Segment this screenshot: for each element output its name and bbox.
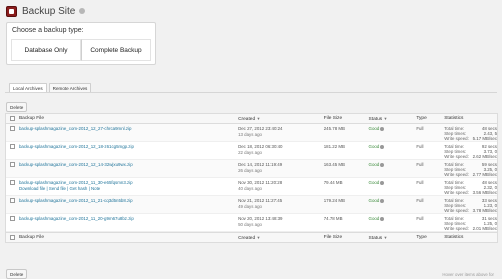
backup-file-link[interactable]: backup-splashmagazine_com-2012_11_21-cq3…	[19, 198, 238, 203]
tabs-divider	[5, 92, 497, 93]
tab-local-archives[interactable]: Local Archives	[9, 83, 47, 92]
tab-remote-archives[interactable]: Remote Archives	[48, 83, 92, 92]
created-date: Nov 20, 2012 13:48:39	[238, 216, 283, 221]
col-status-footer[interactable]: Status ▼	[369, 235, 417, 241]
col-statistics-footer[interactable]: Statistics	[444, 235, 497, 240]
row-checkbox[interactable]	[9, 162, 15, 167]
status-info-icon[interactable]	[380, 216, 385, 221]
statistics: Total time: 92 secs Step times: 3.73, 0 Wr…	[444, 144, 498, 159]
statistics: Total time: 31 secs Step times: 1.25, 0 Wr…	[444, 216, 498, 231]
hover-hint: Hover over items above for	[442, 272, 494, 277]
backup-type-chooser: Choose a backup type: Database Only Comp…	[6, 22, 156, 65]
created-ago: 26 days ago	[238, 168, 262, 173]
chooser-buttons: Database Only Complete Backup	[11, 39, 151, 61]
file-size: 163.45 MB	[323, 162, 345, 167]
status-info-icon[interactable]	[380, 198, 385, 203]
table-row: backup-splashmagazine_com-2012_11_30-e65…	[6, 178, 497, 196]
statistics: Total time: 48 secs Step times: 2.43, 5 Wr…	[444, 126, 498, 141]
col-type[interactable]: Type	[416, 116, 444, 121]
page-header: Backup Site	[6, 3, 86, 19]
page-title: Backup Site	[22, 5, 76, 17]
table-footer: Backup File Created ▼ File Size Status ▼…	[6, 232, 497, 242]
created-ago: 40 days ago	[238, 186, 262, 191]
status-info-icon[interactable]	[380, 180, 385, 185]
status-badge: Good	[368, 180, 380, 185]
backup-type: Full	[416, 198, 424, 203]
col-created[interactable]: Created ▼	[238, 116, 324, 122]
file-size: 74.78 MB	[323, 216, 343, 221]
status-badge: Good	[368, 144, 380, 149]
archive-tabs: Local Archives Remote Archives	[9, 83, 93, 92]
table-row: backup-splashmagazine_com-2012_12_27-chr…	[6, 124, 497, 142]
created-ago: 22 days ago	[238, 150, 262, 155]
col-type-footer[interactable]: Type	[416, 235, 444, 240]
status-badge: Good	[368, 216, 380, 221]
backupbuddy-logo-icon	[6, 5, 17, 17]
table-row: backup-splashmagazine_com-2012_11_20-g9m…	[6, 214, 497, 232]
col-file-size-footer[interactable]: File Size	[324, 235, 369, 240]
statistics: Total time: 33 secs Step times: 1.23, 0 Wr…	[444, 198, 498, 213]
statistics: Total time: 48 secs Step times: 2.32, 0 Wr…	[444, 180, 498, 195]
backup-type: Full	[416, 126, 424, 131]
created-date: Dec 14, 2012 11:19:49	[238, 162, 283, 167]
backup-type: Full	[416, 162, 424, 167]
created-date: Dec 27, 2012 23:40:24	[238, 126, 283, 131]
file-size: 181.22 MB	[323, 144, 345, 149]
created-date: Dec 18, 2012 06:30:40	[238, 144, 283, 149]
file-size: 245.78 MB	[323, 126, 345, 131]
col-created-footer[interactable]: Created ▼	[238, 235, 324, 241]
backup-file-link[interactable]: backup-splashmagazine_com-2012_12_27-chr…	[19, 126, 238, 131]
backup-type: Full	[416, 216, 424, 221]
backup-table: Backup File Created ▼ File Size Status ▼…	[5, 113, 498, 243]
table-header: Backup File Created ▼ File Size Status ▼…	[6, 114, 497, 124]
backup-file-link[interactable]: backup-splashmagazine_com-2012_12_14-32w…	[19, 162, 238, 167]
table-row: backup-splashmagazine_com-2012_11_21-cq3…	[6, 196, 497, 214]
delete-button-bottom[interactable]: Delete	[6, 269, 28, 279]
file-size: 79.44 MB	[323, 180, 343, 185]
row-checkbox[interactable]	[9, 198, 15, 203]
backup-file-link[interactable]: backup-splashmagazine_com-2012_12_18-z61…	[19, 144, 238, 149]
statistics: Total time: 59 secs Step times: 3.25, 0 Wr…	[444, 162, 498, 177]
backup-type: Full	[416, 144, 424, 149]
select-all-checkbox[interactable]	[9, 116, 15, 121]
info-icon[interactable]	[79, 8, 86, 14]
backup-type: Full	[416, 180, 424, 185]
row-checkbox[interactable]	[9, 216, 15, 221]
status-badge: Good	[368, 162, 380, 167]
file-actions[interactable]: Download file | Send file | Get hash | N…	[19, 186, 238, 191]
col-backup-file-footer[interactable]: Backup File	[19, 235, 238, 240]
row-checkbox[interactable]	[9, 180, 15, 185]
table-row: backup-splashmagazine_com-2012_12_18-z61…	[6, 142, 497, 160]
created-ago: 13 days ago	[238, 132, 262, 137]
row-checkbox[interactable]	[9, 126, 15, 131]
col-status[interactable]: Status ▼	[369, 116, 417, 122]
database-only-button[interactable]: Database Only	[11, 39, 81, 61]
backup-file-link[interactable]: backup-splashmagazine_com-2012_11_30-e65…	[19, 180, 238, 185]
created-date: Nov 30, 2012 11:20:28	[238, 180, 283, 185]
status-badge: Good	[368, 126, 380, 131]
backup-file-link[interactable]: backup-splashmagazine_com-2012_11_20-g9m…	[19, 216, 238, 221]
created-ago: 50 days ago	[238, 222, 262, 227]
status-badge: Good	[368, 198, 380, 203]
status-info-icon[interactable]	[380, 162, 385, 167]
table-row: backup-splashmagazine_com-2012_12_14-32w…	[6, 160, 497, 178]
table-rows: backup-splashmagazine_com-2012_12_27-chr…	[6, 124, 497, 232]
created-ago: 49 days ago	[238, 204, 262, 209]
select-all-checkbox-bottom[interactable]	[9, 235, 15, 240]
created-date: Nov 21, 2012 11:27:45	[238, 198, 283, 203]
delete-button-top[interactable]: Delete	[6, 102, 28, 112]
chooser-label: Choose a backup type:	[12, 27, 84, 34]
file-size: 179.24 MB	[323, 198, 345, 203]
complete-backup-button[interactable]: Complete Backup	[81, 39, 151, 61]
col-statistics[interactable]: Statistics	[444, 116, 497, 121]
status-info-icon[interactable]	[380, 126, 385, 131]
status-info-icon[interactable]	[380, 144, 385, 149]
col-file-size[interactable]: File Size	[324, 116, 369, 121]
col-backup-file[interactable]: Backup File	[19, 116, 238, 121]
row-checkbox[interactable]	[9, 144, 15, 149]
